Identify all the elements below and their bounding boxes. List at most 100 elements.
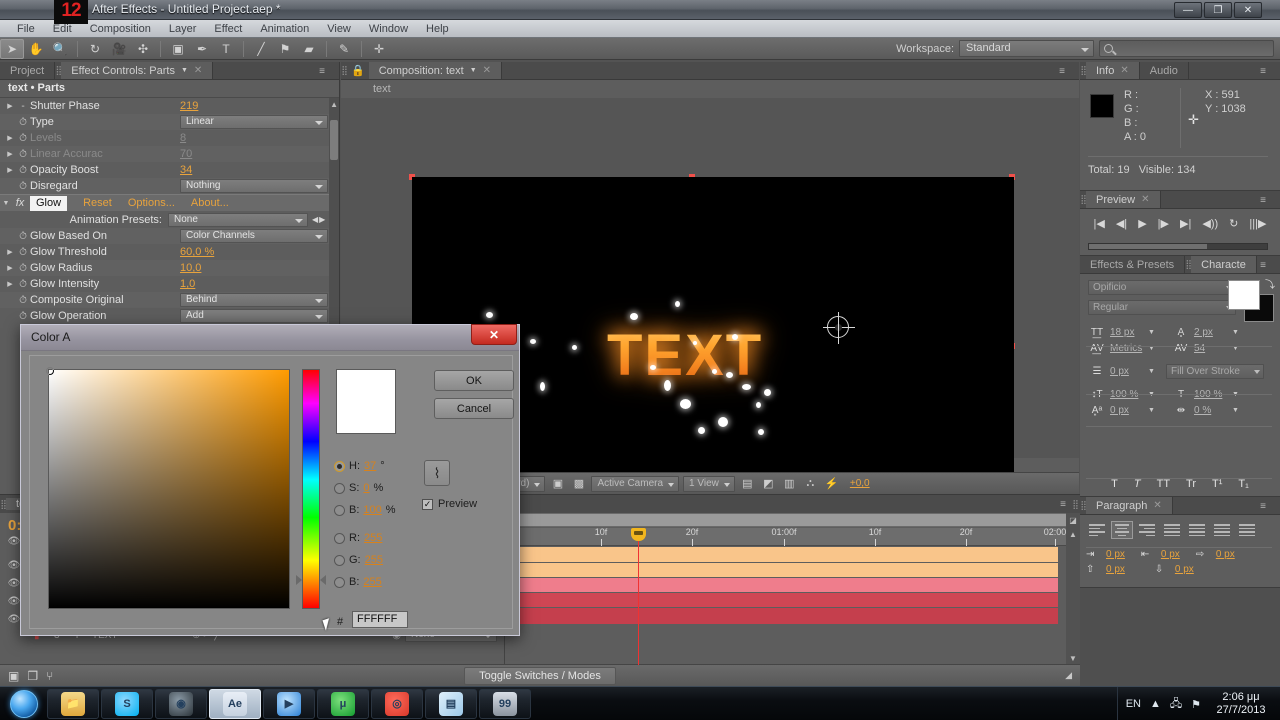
baseline-shift-value[interactable]: 0 px [1110,405,1144,416]
tab-info[interactable]: Info ✕ [1086,62,1140,79]
eraser-tool[interactable]: ▰ [297,39,321,59]
timeline-vertical-scrollbar[interactable]: ◪ ▲ ▼ [1066,513,1080,665]
color-mode-radio[interactable] [334,504,345,516]
scroll-up-icon[interactable]: ▲ [330,100,338,109]
animation-presets-select[interactable]: None [168,212,308,227]
close-icon[interactable]: ✕ [1141,194,1149,205]
stopwatch-icon[interactable]: ⏱ [16,231,30,242]
property-row[interactable]: ⏱ Glow Operation Add [0,308,339,324]
preset-prev-next-icon[interactable]: ◀▶ [312,215,326,224]
start-button[interactable] [2,688,46,720]
workspace-select[interactable]: Standard [959,40,1094,57]
scrollbar-thumb[interactable] [330,120,338,160]
glow-reset-link[interactable]: Reset [83,197,112,209]
chevron-down-icon[interactable]: ▼ [1148,329,1158,336]
taskbar-app-steam[interactable]: ◉ [155,688,207,719]
hex-input[interactable]: FFFFFF [352,611,408,628]
shape-tool[interactable]: ▣ [166,39,190,59]
new-composition-icon[interactable]: ▣ [8,669,19,683]
toggle-transparency-icon[interactable]: ▩ [570,476,587,492]
glow-effect-header[interactable]: ▼ fx Glow Reset Options... About... [0,194,339,211]
tab-paragraph[interactable]: Paragraph ✕ [1086,497,1173,514]
clone-stamp-tool[interactable]: ⚑ [273,39,297,59]
fill-color-swatch[interactable] [1228,280,1260,310]
disclosure-triangle-icon[interactable]: ▶ [4,280,16,288]
disclosure-triangle-icon[interactable]: ▶ [4,248,16,256]
language-indicator[interactable]: EN [1126,698,1141,710]
eyedropper-icon[interactable]: ⌇ [424,460,450,486]
comp-flowchart-icon[interactable]: ❐ [27,669,38,683]
audio-button[interactable]: ◀)) [1202,217,1218,230]
indent-first-line-value[interactable]: 0 px [1216,549,1235,560]
region-icon[interactable]: ▣ [549,476,566,492]
leading-value[interactable]: 2 px [1194,327,1228,338]
exposure-icon[interactable]: ◩ [760,476,777,492]
property-value[interactable]: 70 [180,148,192,160]
color-mode-radio[interactable] [334,482,345,494]
next-frame-button[interactable]: |▶ [1158,217,1169,230]
playhead-handle[interactable] [631,528,646,541]
stopwatch-icon[interactable]: ⏱ [16,263,30,274]
menu-help[interactable]: Help [417,20,458,38]
color-picker-close-button[interactable]: ✕ [471,324,517,345]
camera-tool[interactable]: 🎥 [107,39,131,59]
timeline-icon[interactable]: ▥ [781,476,798,492]
stopwatch-icon[interactable]: ⏱ [16,181,30,192]
tab-effects-presets[interactable]: Effects & Presets [1080,256,1186,273]
color-field-value[interactable]: 255 [364,532,382,544]
property-select[interactable]: Add [180,309,328,323]
pen-tool[interactable]: ✒ [190,39,214,59]
selection-tool[interactable]: ➤ [0,38,24,59]
menu-file[interactable]: File [8,20,44,38]
first-frame-button[interactable]: |◀ [1094,217,1105,230]
playhead[interactable] [631,528,646,665]
stroke-width-value[interactable]: 0 px [1110,366,1144,377]
property-row[interactable]: ⏱ Disregard Nothing [0,178,339,194]
ram-preview-button[interactable]: |||▶ [1249,217,1266,230]
character-style-button-1[interactable]: T [1134,478,1141,490]
menu-window[interactable]: Window [360,20,417,38]
menu-composition[interactable]: Composition [81,20,160,38]
maximize-button[interactable]: ❐ [1204,2,1232,18]
property-value[interactable]: 1,0 [180,278,195,290]
color-field-value[interactable]: 255 [363,576,381,588]
stopwatch-icon[interactable]: ⏱ [16,247,30,258]
menu-effect[interactable]: Effect [205,20,251,38]
close-icon[interactable]: ✕ [1120,65,1128,76]
indent-left-value[interactable]: 0 px [1106,549,1125,560]
resize-grip-icon[interactable]: ◢ [1065,670,1072,681]
color-field-value[interactable]: 37 [364,460,376,472]
character-style-button-0[interactable]: T [1111,478,1118,490]
taskbar-app-explorer[interactable]: 📁 [47,688,99,719]
panel-menu-icon[interactable]: ≡ [1060,499,1066,510]
close-icon[interactable]: ✕ [483,65,491,76]
roto-brush-tool[interactable]: ✎ [332,39,356,59]
panel-menu-icon[interactable]: ≡ [1260,501,1266,512]
color-field-value[interactable]: 0 [363,482,369,494]
property-row[interactable]: ▶ ⏱ Glow Threshold 60,0 % [0,244,339,260]
tab-character[interactable]: Characte [1191,256,1257,273]
color-field-value[interactable]: 255 [365,554,383,566]
character-style-button-5[interactable]: T₁ [1238,478,1248,490]
property-row[interactable]: ▶ ⏱ Linear Accurac 70 [0,146,339,162]
color-value-row[interactable]: H: 37 ° [334,460,385,472]
property-row[interactable]: ▶ ⏱ Glow Radius 10,0 [0,260,339,276]
paragraph-align-button-5[interactable] [1211,521,1233,539]
kerning-value[interactable]: Metrics [1110,343,1144,354]
character-style-button-3[interactable]: Tr [1186,478,1196,490]
taskbar-app-chrome[interactable]: ◎ [371,688,423,719]
color-mode-radio[interactable] [334,460,345,472]
paragraph-align-button-0[interactable] [1086,521,1108,539]
panel-menu-icon[interactable]: ≡ [1260,260,1266,271]
graph-editor-icon[interactable]: ⑂ [46,669,53,683]
layer-duration-bar[interactable] [506,547,1058,562]
font-family-select[interactable]: Opificio [1088,280,1236,295]
zoom-tool[interactable]: 🔍 [48,39,72,59]
glow-about-link[interactable]: About... [191,197,229,209]
property-select[interactable]: Color Channels [180,229,328,243]
disclosure-triangle-icon[interactable]: ▶ [4,150,16,158]
close-icon[interactable]: ✕ [1153,500,1161,511]
stopwatch-icon[interactable]: ⏱ [16,311,30,322]
character-style-button-4[interactable]: T¹ [1212,478,1222,490]
composition-marker-icon[interactable]: ◪ [1066,513,1080,527]
